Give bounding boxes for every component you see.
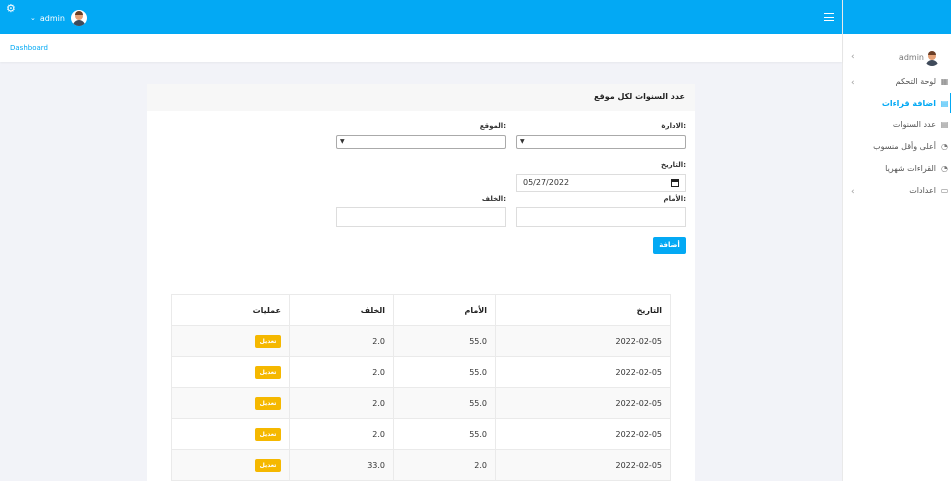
sidebar-item-label: اضافة قراءات (881, 99, 936, 108)
add-button[interactable]: أضافة (653, 237, 686, 254)
chevron-left-icon: ‹ (851, 52, 855, 62)
calendar-icon: ▤ (940, 120, 949, 129)
operations-cell: تعديل (171, 325, 290, 357)
calendar-icon[interactable] (671, 179, 679, 187)
date-cell: 2022-02-05 (495, 387, 671, 419)
gauge-icon: ◔ (941, 142, 948, 151)
back-cell: 33.0 (289, 449, 394, 481)
readings-table: عمليات الخلف الأمام التاريخ تعديل 2.0 55… (171, 294, 671, 481)
site-label: الموقع: (479, 122, 506, 130)
sidebar-item-dashboard[interactable]: ‹ لوحة التحكم ▦ (843, 74, 951, 90)
table-header-row: عمليات الخلف الأمام التاريخ (171, 294, 671, 326)
edit-button[interactable]: تعديل (255, 365, 281, 379)
table-row: تعديل 2.0 55.0 2022-02-05 (171, 356, 671, 388)
front-input[interactable] (516, 207, 686, 227)
calendar-icon: ▤ (940, 99, 949, 108)
sidebar-item-monthly-readings[interactable]: القراءات شهريا ◔ (843, 161, 951, 177)
back-cell: 2.0 (289, 387, 394, 419)
sidebar-header (843, 0, 951, 34)
date-cell: 2022-02-05 (495, 325, 671, 357)
sidebar-item-years-count[interactable]: عدد السنوات ▤ (843, 117, 951, 133)
sidebar-item-settings[interactable]: ‹ اعدادات ▭ (843, 183, 951, 199)
front-cell: 55.0 (393, 325, 496, 357)
table-row: تعديل 2.0 55.0 2022-02-05 (171, 387, 671, 419)
caret-down-icon: ▼ (340, 138, 345, 145)
front-cell: 55.0 (393, 418, 496, 450)
edit-button[interactable]: تعديل (255, 458, 281, 472)
top-navbar: ⚙ ⌄ admin (0, 0, 842, 34)
table-row: تعديل 33.0 2.0 2022-02-05 (171, 449, 671, 481)
sidebar-item-add-readings[interactable]: اضافة قراءات ▤ (843, 93, 951, 113)
back-label: الخلف: (481, 195, 506, 203)
back-input[interactable] (336, 207, 506, 227)
table-row: تعديل 2.0 55.0 2022-02-05 (171, 325, 671, 357)
sidebar-item-label: عدد السنوات (892, 120, 936, 129)
front-cell: 55.0 (393, 356, 496, 388)
card-title: عدد السنوات لكل موقع (594, 92, 685, 101)
back-cell: 2.0 (289, 325, 394, 357)
gauge-icon: ◔ (941, 164, 948, 173)
date-label: التاريخ: (660, 161, 686, 169)
operations-cell: تعديل (171, 387, 290, 419)
edit-button[interactable]: تعديل (255, 427, 281, 441)
sidebar-user[interactable]: ‹ admin (843, 50, 951, 66)
back-cell: 2.0 (289, 356, 394, 388)
operations-cell: تعديل (171, 356, 290, 388)
menu-toggle-icon[interactable] (824, 13, 834, 21)
sidebar: ‹ admin ‹ لوحة التحكم ▦ اضافة قراءات ▤ ع… (842, 0, 951, 481)
front-label: الأمام: (663, 195, 686, 203)
admin-label: الادارة: (661, 122, 686, 130)
caret-down-icon: ▼ (520, 138, 525, 145)
monitor-icon: ▭ (940, 186, 949, 195)
user-name: admin (39, 13, 65, 23)
date-cell: 2022-02-05 (495, 356, 671, 388)
card-header: عدد السنوات لكل موقع (147, 84, 695, 111)
table-row: تعديل 2.0 55.0 2022-02-05 (171, 418, 671, 450)
col-operations: عمليات (171, 294, 290, 326)
breadcrumb[interactable]: Dashboard (10, 44, 48, 52)
date-value: 05/27/2022 (523, 178, 570, 187)
edit-button[interactable]: تعديل (255, 334, 281, 348)
grid-icon: ▦ (940, 77, 949, 86)
breadcrumb-bar: Dashboard (0, 34, 842, 62)
front-cell: 55.0 (393, 387, 496, 419)
main-card: عدد السنوات لكل موقع الادارة: ▼ الموقع: … (147, 84, 695, 481)
sidebar-item-highest-lowest[interactable]: أعلى وأقل منسوب ◔ (843, 139, 951, 155)
sidebar-item-label: لوحة التحكم (895, 77, 936, 86)
edit-button[interactable]: تعديل (255, 396, 281, 410)
sidebar-item-label: أعلى وأقل منسوب (873, 142, 936, 151)
date-cell: 2022-02-05 (495, 418, 671, 450)
date-field[interactable]: 05/27/2022 (516, 174, 686, 192)
operations-cell: تعديل (171, 449, 290, 481)
date-cell: 2022-02-05 (495, 449, 671, 481)
sidebar-user-name: admin (898, 53, 924, 62)
col-date: التاريخ (495, 294, 671, 326)
operations-cell: تعديل (171, 418, 290, 450)
chevron-down-icon: ⌄ (30, 14, 36, 22)
sidebar-item-label: اعدادات (909, 186, 936, 195)
gear-icon[interactable]: ⚙ (6, 3, 18, 15)
back-cell: 2.0 (289, 418, 394, 450)
avatar (924, 50, 940, 66)
avatar (70, 10, 87, 26)
site-select[interactable]: ▼ (336, 135, 506, 149)
col-back: الخلف (289, 294, 394, 326)
front-cell: 2.0 (393, 449, 496, 481)
sidebar-item-label: القراءات شهريا (885, 164, 936, 173)
chevron-left-icon: ‹ (851, 78, 855, 88)
admin-select[interactable]: ▼ (516, 135, 686, 149)
col-front: الأمام (393, 294, 496, 326)
chevron-left-icon: ‹ (851, 187, 855, 197)
user-menu[interactable]: ⌄ admin (30, 10, 87, 26)
